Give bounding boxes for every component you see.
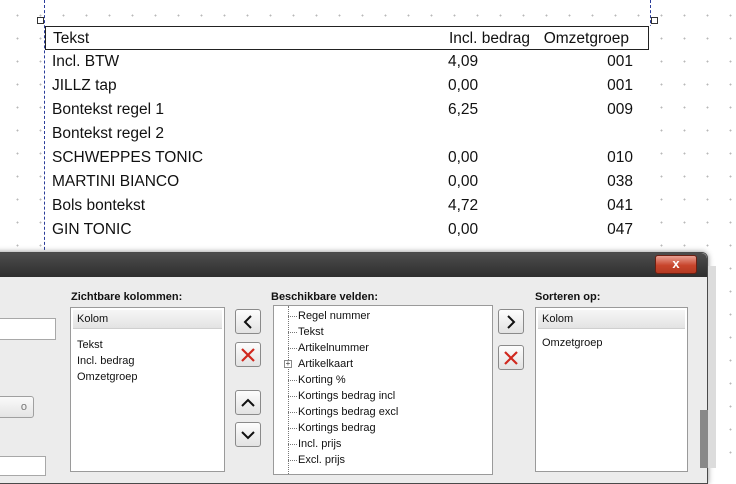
delete-x-icon (241, 347, 255, 362)
tree-item[interactable]: Artikelkaart (298, 357, 353, 371)
tree-branch (288, 460, 297, 461)
expand-plus-icon[interactable]: + (284, 360, 292, 368)
visible-columns-label: Zichtbare kolommen: (71, 291, 183, 303)
delete-x-icon (504, 350, 518, 365)
row-incl: 0,00 (448, 77, 479, 94)
left-text-input-2[interactable] (0, 456, 46, 476)
report-header-row: Tekst Incl. bedrag Omzetgroep (45, 26, 649, 50)
resize-handle-top-left[interactable] (37, 17, 44, 24)
tree-item[interactable]: Regel nummer (298, 309, 370, 323)
list-item[interactable]: Omzetgroep (536, 335, 687, 351)
scrollbar-thumb[interactable] (700, 410, 708, 468)
row-groep: 047 (607, 221, 633, 238)
chevron-right-icon (507, 314, 516, 329)
move-left-button[interactable] (235, 309, 261, 334)
remove-column-button[interactable] (235, 342, 261, 367)
tree-branch (288, 428, 297, 429)
available-fields-label: Beschikbare velden: (271, 291, 378, 303)
tree-item[interactable]: Excl. prijs (298, 453, 345, 467)
header-tekst: Tekst (53, 30, 90, 47)
row-incl: 0,00 (448, 221, 479, 238)
resize-handle-top-right[interactable] (651, 17, 658, 24)
row-incl: 4,09 (448, 53, 479, 70)
row-tekst: GIN TONIC (52, 221, 132, 238)
row-groep: 009 (607, 101, 633, 118)
list-item[interactable]: Tekst (71, 337, 224, 353)
tree-item[interactable]: Kortings bedrag excl (298, 405, 398, 419)
tree-branch (288, 316, 297, 317)
row-groep: 010 (607, 149, 633, 166)
dialog-titlebar[interactable]: x (0, 253, 707, 277)
visible-columns-list[interactable]: Kolom Tekst Incl. bedrag Omzetgroep (70, 307, 225, 472)
available-fields-tree[interactable]: Regel nummer Tekst Artikelnummer + Artik… (273, 305, 493, 475)
tree-item[interactable]: Tekst (298, 325, 324, 339)
chevron-down-icon (241, 430, 255, 439)
vertical-scrollbar[interactable] (708, 266, 716, 468)
move-up-button[interactable] (235, 390, 261, 415)
tree-branch (288, 348, 297, 349)
tree-item[interactable]: Kortings bedrag incl (298, 389, 395, 403)
row-incl: 0,00 (448, 149, 479, 166)
list-item[interactable]: Omzetgroep (71, 369, 224, 385)
row-tekst: Bols bontekst (52, 197, 146, 214)
row-incl: 6,25 (448, 101, 479, 118)
add-sort-button[interactable] (498, 309, 524, 334)
row-incl: 4,72 (448, 197, 479, 214)
tree-branch (288, 412, 297, 413)
header-incl-bedrag: Incl. bedrag (449, 30, 530, 47)
remove-sort-button[interactable] (498, 345, 524, 370)
close-button[interactable]: x (655, 255, 697, 274)
row-incl: 0,00 (448, 173, 479, 190)
tree-branch (288, 444, 297, 445)
tree-item[interactable]: Kortings bedrag (298, 421, 376, 435)
row-tekst: Bontekst regel 1 (52, 101, 165, 118)
tree-branch (288, 332, 297, 333)
row-tekst: MARTINI BIANCO (52, 173, 180, 190)
tree-item[interactable]: Artikelnummer (298, 341, 369, 355)
tree-branch (288, 380, 297, 381)
left-button[interactable]: o (0, 396, 34, 418)
chevron-up-icon (241, 398, 255, 407)
row-tekst: Incl. BTW (52, 53, 120, 70)
chevron-left-icon (243, 314, 252, 329)
row-tekst: Bontekst regel 2 (52, 125, 165, 142)
tree-item[interactable]: Korting % (298, 373, 346, 387)
row-groep: 001 (607, 53, 633, 70)
visible-columns-header[interactable]: Kolom (73, 310, 222, 329)
move-down-button[interactable] (235, 422, 261, 447)
row-tekst: JILLZ tap (52, 77, 117, 94)
header-omzetgroep: Omzetgroep (543, 30, 629, 47)
sort-on-label: Sorteren op: (535, 291, 601, 303)
row-tekst: SCHWEPPES TONIC (52, 149, 204, 166)
sort-on-header[interactable]: Kolom (538, 310, 685, 329)
list-item[interactable]: Incl. bedrag (71, 353, 224, 369)
left-text-input[interactable] (0, 318, 56, 340)
report-table[interactable]: Tekst Incl. bedrag Omzetgroep Incl. BTW … (45, 26, 651, 252)
sort-on-list[interactable]: Kolom Omzetgroep (535, 307, 688, 472)
row-groep: 041 (607, 197, 633, 214)
tree-item[interactable]: Incl. prijs (298, 437, 341, 451)
row-groep: 001 (607, 77, 633, 94)
tree-branch (288, 396, 297, 397)
row-groep: 038 (607, 173, 633, 190)
